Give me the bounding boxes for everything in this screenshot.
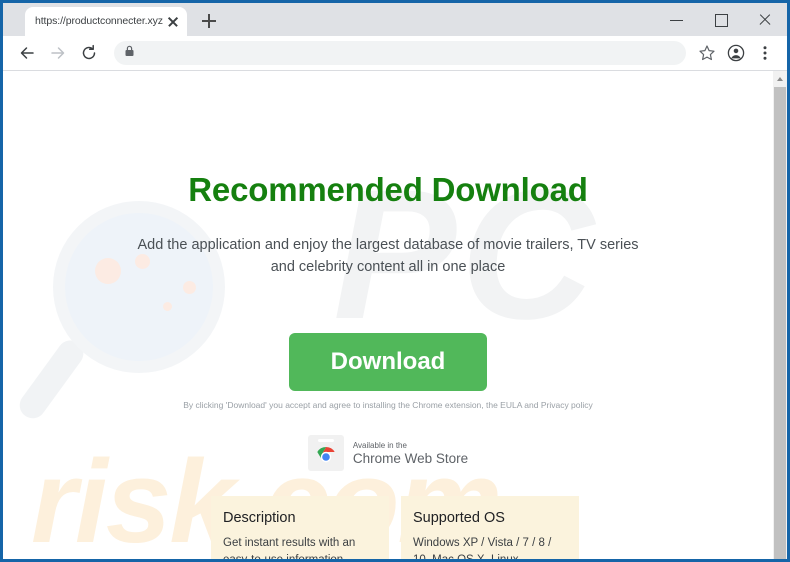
browser-titlebar: https://productconnecter.xyz/l/2 — [3, 3, 787, 36]
address-bar[interactable] — [114, 41, 686, 65]
window-controls — [655, 3, 787, 36]
chrome-web-store-text: Available in the Chrome Web Store — [353, 440, 468, 467]
supported-os-card: Supported OS Windows XP / Vista / 7 / 8 … — [401, 496, 579, 559]
scroll-up-arrow-icon[interactable] — [773, 71, 787, 85]
cws-available-label: Available in the — [352, 440, 407, 450]
chrome-web-store-badge[interactable]: Available in the Chrome Web Store — [3, 435, 773, 471]
scrollbar-thumb[interactable] — [774, 87, 786, 559]
badge-notch — [317, 439, 334, 442]
web-page: PC risk.com Recommended Download Add the… — [3, 71, 773, 559]
description-card-body: Get instant results with an easy-to-use … — [223, 537, 356, 559]
back-arrow-icon[interactable] — [13, 39, 41, 67]
info-cards: Description Get instant results with an … — [211, 496, 579, 559]
tab-title: https://productconnecter.xyz/l/2 — [35, 15, 163, 27]
minimize-icon[interactable] — [655, 3, 699, 36]
cws-store-label: Chrome Web Store — [352, 450, 469, 466]
browser-tab[interactable]: https://productconnecter.xyz/l/2 — [25, 7, 187, 36]
page-subtitle: Add the application and enjoy the larges… — [137, 237, 639, 275]
reload-icon[interactable] — [75, 39, 103, 67]
download-disclaimer: By clicking 'Download' you accept and ag… — [183, 400, 593, 410]
chrome-logo-icon — [307, 435, 344, 471]
tab-close-icon[interactable] — [165, 14, 181, 30]
new-tab-button[interactable] — [195, 7, 223, 35]
download-button[interactable]: Download — [289, 333, 487, 391]
browser-toolbar — [3, 36, 787, 71]
page-content: Recommended Download Add the application… — [3, 71, 773, 559]
lock-icon — [124, 44, 135, 62]
account-avatar-icon[interactable] — [722, 39, 750, 67]
page-title: Recommended Download — [188, 171, 588, 208]
browser-window-inner: https://productconnecter.xyz/l/2 PC Reco… — [3, 3, 787, 559]
download-button-wrap: Download — [3, 333, 773, 391]
three-dot-menu-icon[interactable] — [751, 39, 779, 67]
page-scrollbar[interactable] — [773, 71, 787, 559]
description-card: Description Get instant results with an … — [211, 496, 389, 559]
description-card-title: Description — [223, 510, 296, 526]
supported-os-card-title: Supported OS — [413, 510, 505, 526]
forward-arrow-icon — [44, 39, 72, 67]
supported-os-card-body: Windows XP / Vista / 7 / 8 / 10, Mac OS … — [413, 537, 552, 559]
browser-window: https://productconnecter.xyz/l/2 PC Reco… — [0, 0, 790, 562]
close-window-icon[interactable] — [743, 3, 787, 36]
page-viewport: PC risk.com Recommended Download Add the… — [3, 71, 787, 559]
maximize-icon[interactable] — [699, 3, 743, 36]
star-icon[interactable] — [693, 39, 721, 67]
